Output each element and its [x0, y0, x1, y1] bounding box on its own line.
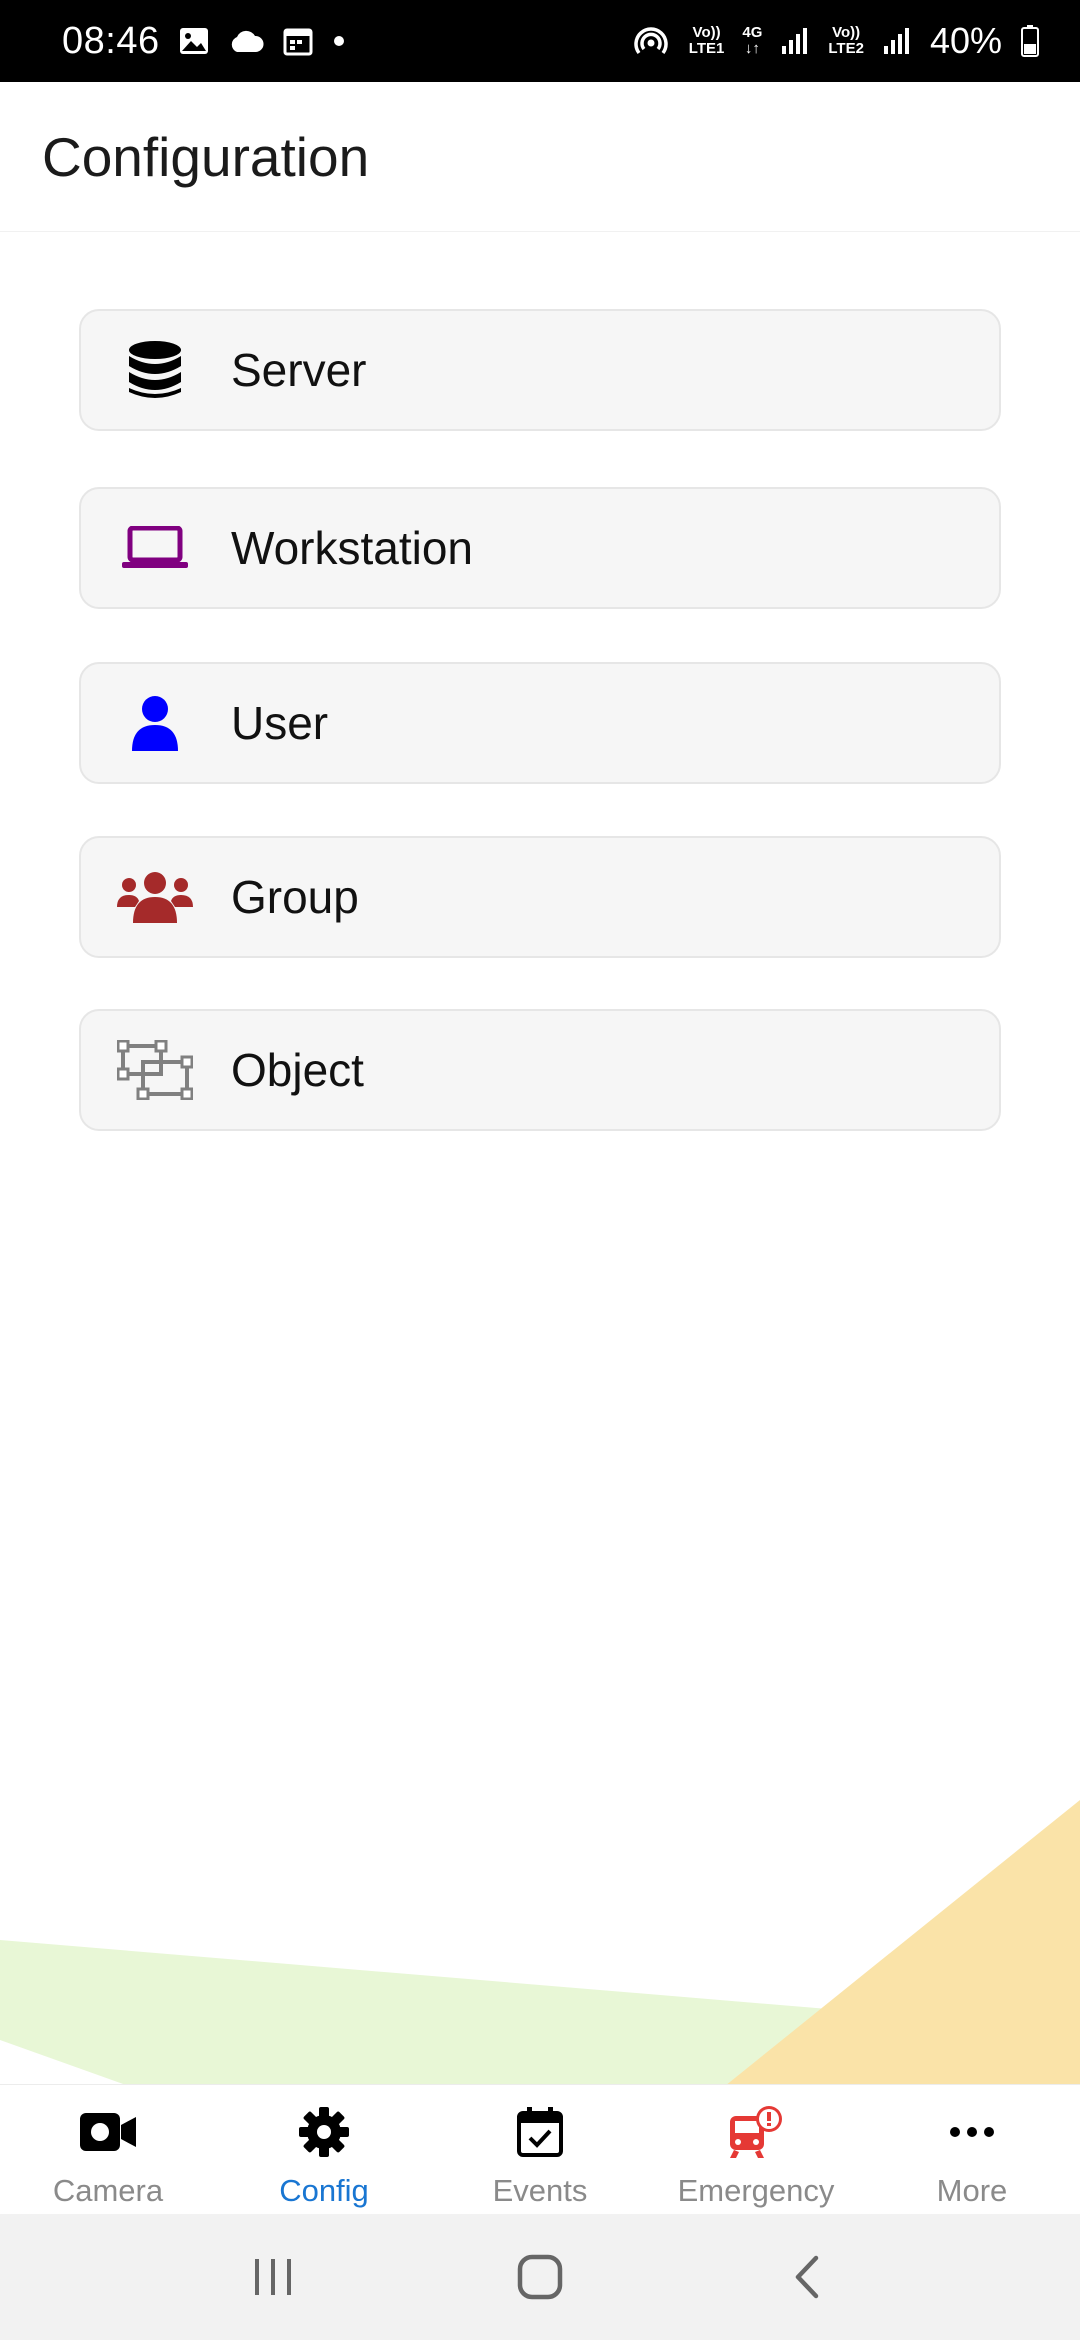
nav-item-emergency[interactable]: Emergency: [648, 2085, 864, 2214]
decorative-background: [0, 1800, 1080, 2090]
menu-label-server: Server: [231, 344, 367, 396]
network-type-indicator: 4G ↓↑: [742, 25, 762, 57]
calendar-check-icon: [517, 2103, 563, 2161]
nav-label-events: Events: [492, 2173, 588, 2208]
system-navigation-bar: [0, 2214, 1080, 2340]
clock: 08:46: [62, 19, 160, 62]
menu-item-user[interactable]: User: [79, 662, 1001, 784]
battery-icon: [1020, 24, 1040, 58]
page-title: Configuration: [42, 125, 370, 188]
calendar-icon: [282, 25, 314, 57]
menu-label-user: User: [231, 697, 329, 749]
signal2-icon: [882, 26, 912, 56]
volte2-top: Vo)): [832, 24, 861, 41]
menu-label-object: Object: [231, 1044, 364, 1096]
volte1-bottom: LTE1: [688, 40, 725, 57]
volte1-top: Vo)): [692, 24, 721, 41]
nav-item-config[interactable]: Config: [216, 2085, 432, 2214]
nav-item-events[interactable]: Events: [432, 2085, 648, 2214]
configuration-screen: 08:46 Vo)) LTE1 4G ↓↑ Vo)) LTE2 40% Conf…: [0, 0, 1080, 2340]
app-header: Configuration: [0, 82, 1080, 232]
gallery-icon: [178, 25, 210, 57]
database-icon: [99, 311, 211, 429]
menu-item-object[interactable]: Object: [79, 1009, 1001, 1131]
gear-icon: [298, 2103, 350, 2161]
nav-label-emergency: Emergency: [677, 2173, 835, 2208]
nav-item-camera[interactable]: Camera: [0, 2085, 216, 2214]
train-alert-icon: [728, 2103, 784, 2161]
nav-item-more[interactable]: More: [864, 2085, 1080, 2214]
back-icon[interactable]: [747, 2227, 867, 2327]
nav-label-more: More: [936, 2173, 1008, 2208]
object-group-icon: [99, 1011, 211, 1129]
status-bar: 08:46 Vo)) LTE1 4G ↓↑ Vo)) LTE2 40%: [0, 0, 1080, 82]
volte1-indicator: Vo)) LTE1: [689, 25, 725, 57]
recent-apps-icon[interactable]: [213, 2227, 333, 2327]
status-right: Vo)) LTE1 4G ↓↑ Vo)) LTE2 40%: [631, 20, 1040, 62]
laptop-icon: [99, 489, 211, 607]
video-camera-icon: [79, 2103, 137, 2161]
ellipsis-icon: [949, 2103, 995, 2161]
hotspot-icon: [631, 23, 671, 59]
user-icon: [99, 664, 211, 782]
bottom-navigation: Camera Config Events Emergency More: [0, 2084, 1080, 2214]
cloud-icon: [228, 28, 264, 54]
menu-label-workstation: Workstation: [231, 522, 474, 574]
nav-label-camera: Camera: [52, 2173, 164, 2208]
signal1-icon: [780, 26, 810, 56]
notification-dot-icon: [332, 34, 346, 48]
users-icon: [99, 838, 211, 956]
home-icon[interactable]: [480, 2227, 600, 2327]
menu-item-group[interactable]: Group: [79, 836, 1001, 958]
volte2-bottom: LTE2: [828, 40, 864, 57]
menu-item-workstation[interactable]: Workstation: [79, 487, 1001, 609]
data-arrows-icon: ↓↑: [744, 40, 760, 57]
network-type-label: 4G: [742, 24, 763, 41]
volte2-indicator: Vo)) LTE2: [828, 25, 864, 57]
menu-label-group: Group: [231, 871, 359, 923]
battery-percentage: 40%: [929, 20, 1002, 61]
status-left: 08:46: [62, 20, 346, 63]
nav-label-config: Config: [279, 2173, 369, 2208]
menu-item-server[interactable]: Server: [79, 309, 1001, 431]
